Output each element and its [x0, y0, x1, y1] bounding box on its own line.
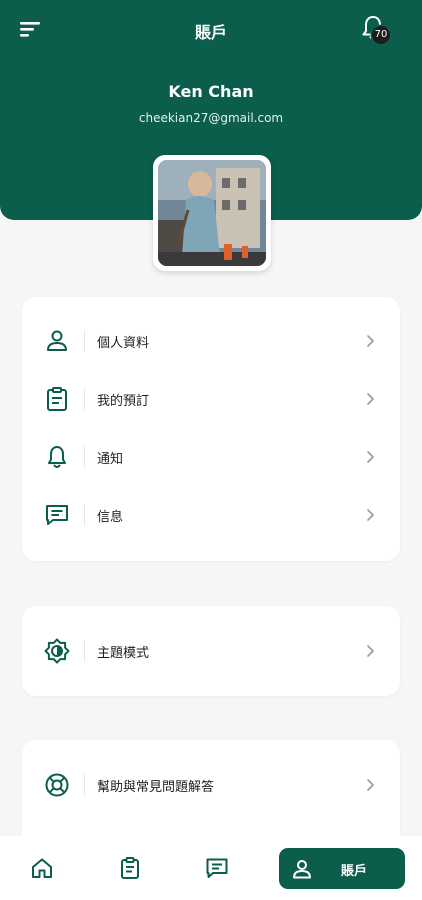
menu-item-label: 通知: [97, 452, 124, 467]
theme-card: 主題模式: [22, 606, 400, 696]
notifications-button[interactable]: 70: [360, 14, 396, 48]
chevron-right-icon: [367, 509, 374, 521]
menu-item-help-faq[interactable]: 幫助與常見問題解答: [22, 756, 400, 814]
nav-account[interactable]: 賬戶: [279, 848, 405, 889]
clipboard-icon: [47, 387, 67, 411]
user-icon: [47, 330, 67, 351]
account-menu-card: 個人資料 我的預訂 通知 信息: [22, 297, 400, 561]
clipboard-icon: [121, 857, 139, 879]
nav-account-label: 賬戶: [341, 864, 368, 879]
menu-item-theme-mode[interactable]: 主題模式: [22, 622, 400, 680]
row-divider: [84, 330, 85, 352]
user-email: cheekian27@gmail.com: [138, 111, 284, 125]
theme-icon: [44, 638, 70, 664]
row-divider: [84, 446, 85, 468]
notification-count-badge: 70: [372, 26, 390, 44]
page-title: 賬戶: [194, 23, 227, 42]
chevron-right-icon: [367, 451, 374, 463]
menu-item-label: 我的預訂: [97, 394, 150, 409]
menu-item-messages[interactable]: 信息: [22, 486, 400, 544]
home-icon: [32, 858, 52, 878]
row-divider: [84, 504, 85, 526]
menu-item-notifications[interactable]: 通知: [22, 428, 400, 486]
message-icon: [46, 505, 68, 525]
help-lifebuoy-icon: [45, 773, 69, 797]
chevron-right-icon: [367, 779, 374, 791]
nav-home[interactable]: [22, 850, 62, 886]
row-divider: [84, 640, 85, 662]
avatar[interactable]: [153, 155, 271, 271]
user-name: Ken Chan: [168, 82, 254, 101]
menu-item-label: 幫助與常見問題解答: [97, 780, 215, 795]
row-divider: [84, 774, 85, 796]
chevron-right-icon: [367, 335, 374, 347]
message-icon: [206, 858, 228, 878]
chevron-right-icon: [367, 645, 374, 657]
bell-icon: [48, 446, 66, 468]
menu-item-label: 個人資料: [97, 336, 150, 351]
bottom-navigation: 賬戶: [0, 836, 422, 900]
row-divider: [84, 388, 85, 410]
help-card: 幫助與常見問題解答: [22, 740, 400, 850]
menu-item-my-bookings[interactable]: 我的預訂: [22, 370, 400, 428]
menu-item-label: 信息: [97, 510, 124, 525]
nav-bookings[interactable]: [110, 850, 150, 886]
profile-photo: [158, 160, 266, 266]
menu-item-profile[interactable]: 個人資料: [22, 312, 400, 370]
nav-messages[interactable]: [197, 850, 237, 886]
user-icon: [293, 860, 311, 879]
chevron-right-icon: [367, 393, 374, 405]
menu-item-label: 主題模式: [97, 646, 150, 661]
